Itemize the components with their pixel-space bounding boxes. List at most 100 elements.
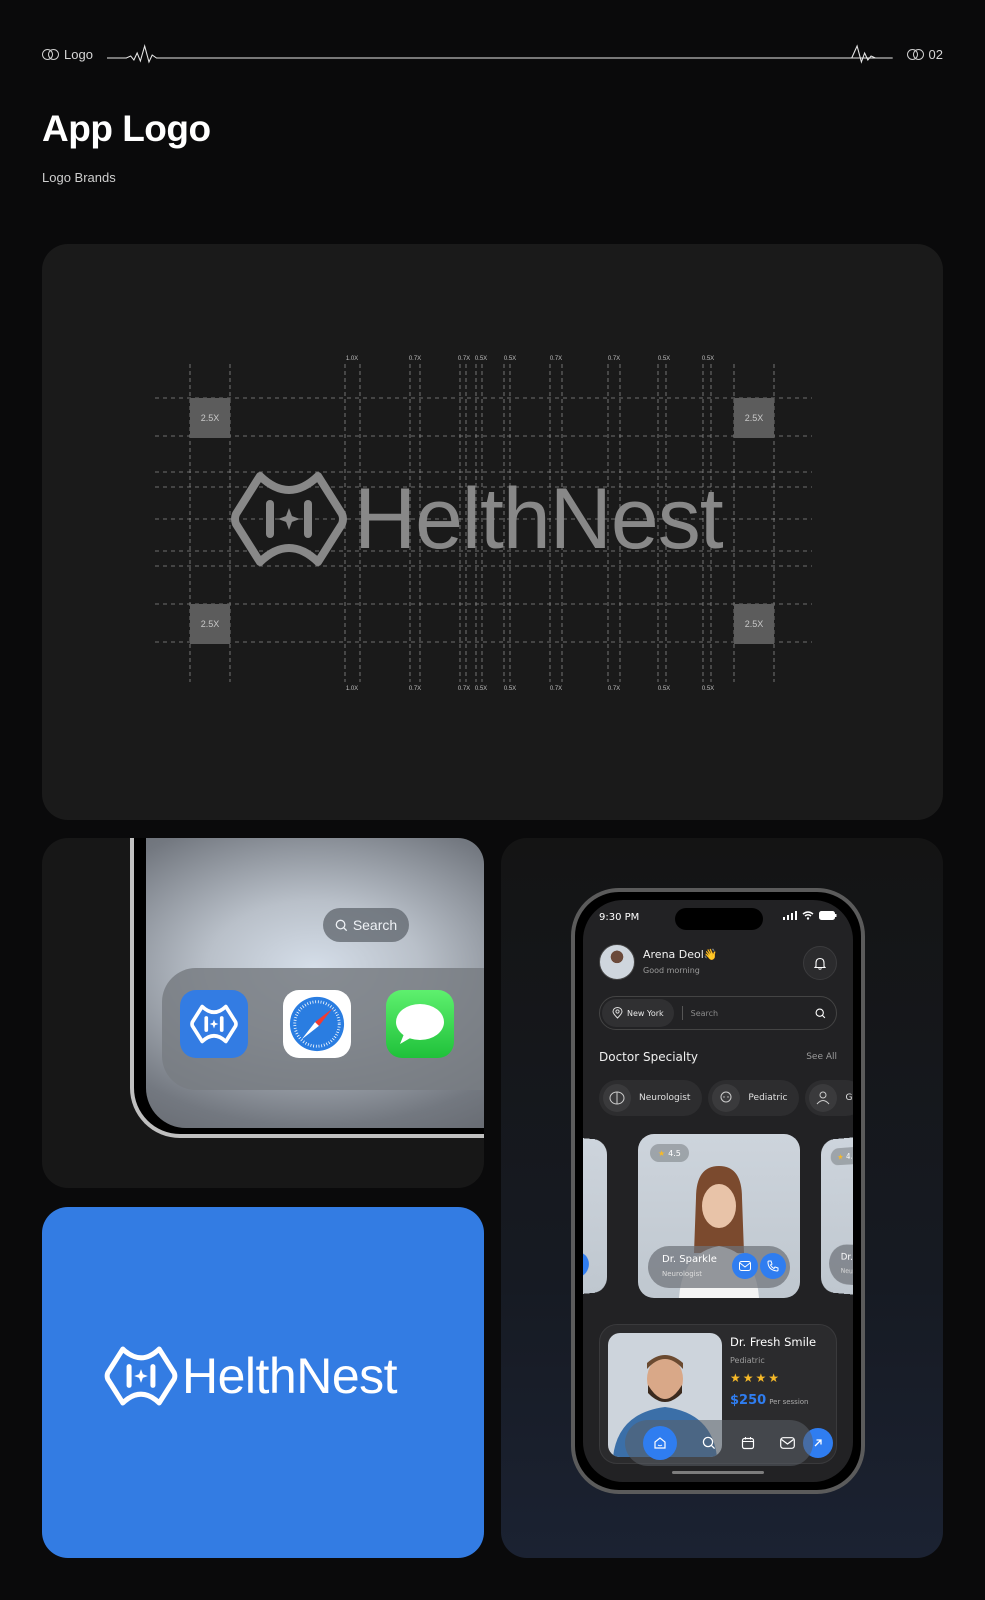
rating-badge: ★ 4.: [830, 1146, 853, 1166]
search-bar[interactable]: New York Search: [599, 996, 837, 1030]
signal-icon: [783, 911, 797, 920]
user-avatar[interactable]: [599, 944, 635, 980]
multiplier-label: 0.7X: [457, 356, 471, 362]
baby-icon: [712, 1084, 741, 1112]
spacing-box-bottom-right: 2.5X: [734, 604, 774, 644]
specialty-chip-other[interactable]: G: [805, 1080, 853, 1116]
multiplier-label: 0.5X: [503, 686, 517, 692]
section-title: Doctor Specialty: [599, 1050, 699, 1064]
app-mockup-card: 9:30 PM Arena Deol👋 Good morning New Yor…: [501, 838, 943, 1558]
multiplier-label: 0.7X: [549, 686, 563, 692]
dynamic-island: [675, 908, 763, 930]
nav-search-icon[interactable]: [702, 1436, 716, 1450]
mail-icon: [739, 1261, 751, 1271]
battery-icon: [819, 911, 837, 920]
spacing-box-bottom-left: 2.5X: [190, 604, 230, 644]
multiplier-label: 1.0X: [345, 686, 359, 692]
doctor-card-left[interactable]: [583, 1126, 608, 1306]
rings-icon: [906, 48, 925, 60]
nav-home[interactable]: [643, 1426, 678, 1460]
brand-wordmark: HelthNest: [182, 1348, 398, 1404]
spacing-box-top-right: 2.5X: [734, 398, 774, 438]
message-button[interactable]: [732, 1253, 758, 1279]
bell-icon: [814, 957, 826, 970]
multiplier-label: 0.5X: [503, 356, 517, 362]
notification-button[interactable]: [803, 946, 837, 980]
section-label-text: Logo: [64, 46, 93, 62]
divider: [681, 1006, 683, 1020]
brand-wordmark: HelthNest: [354, 471, 724, 567]
rings-icon: [42, 48, 60, 60]
multiplier-label: 0.5X: [701, 356, 715, 362]
messages-app-icon[interactable]: [386, 990, 454, 1058]
multiplier-label: 0.5X: [657, 356, 671, 362]
multiplier-label: 0.5X: [474, 686, 488, 692]
helthnest-logo-mark-icon: [231, 472, 347, 566]
chat-bubble-icon: [396, 1004, 444, 1044]
multiplier-label: 0.5X: [474, 356, 488, 362]
doctor-icon: [809, 1084, 838, 1112]
helthnest-logo-mark-icon: [190, 1004, 238, 1044]
specialty-chip-pediatric[interactable]: Pediatric: [708, 1080, 800, 1116]
home-indicator: [672, 1471, 764, 1474]
helthnest-app-icon[interactable]: [180, 990, 248, 1058]
doctor-specialty: Neurol: [840, 1267, 853, 1276]
multiplier-label: 0.7X: [408, 356, 422, 362]
search-icon: [335, 919, 347, 931]
nav-mail-icon[interactable]: [779, 1437, 795, 1449]
doctor-specialty: Neurologist: [662, 1270, 702, 1278]
status-icons: [783, 911, 837, 920]
star-rating: ★★★★: [730, 1371, 782, 1385]
phone-frame: 9:30 PM Arena Deol👋 Good morning New Yor…: [571, 888, 865, 1494]
logo-construction-card: 2.5X 2.5X 2.5X 2.5X HelthNest 1.0X 0.7X 0.…: [42, 244, 943, 820]
doctor-card-featured[interactable]: ★ 4.5 Dr. Sparkle Neurologist: [638, 1134, 800, 1298]
price: $250 Per session: [730, 1393, 808, 1408]
rating-value: 4.5: [668, 1148, 681, 1158]
specialty-label: Neurologist: [639, 1093, 691, 1103]
multiplier-label: 0.7X: [408, 686, 422, 692]
wave-emoji: 👋: [703, 948, 718, 961]
status-time: 9:30 PM: [599, 912, 640, 923]
device-home-screen: Search: [146, 838, 484, 1128]
bottom-nav: [625, 1420, 813, 1466]
doctor-info-pill: Dr. S Neurol: [829, 1243, 853, 1294]
safari-app-icon[interactable]: [283, 990, 351, 1058]
specialty-label: Pediatric: [748, 1093, 788, 1103]
call-button[interactable]: [760, 1253, 786, 1279]
location-selector[interactable]: New York: [602, 999, 674, 1027]
search-input[interactable]: Search: [691, 1009, 815, 1018]
wifi-icon: [802, 911, 814, 920]
doctor-card-right[interactable]: ★4. Dr. S Neurol: [820, 1126, 853, 1306]
location-label: New York: [627, 1008, 664, 1018]
multiplier-label: 1.0X: [345, 356, 359, 362]
page-title: App Logo: [42, 108, 211, 149]
helthnest-logo-mark-icon: [104, 1346, 178, 1406]
multiplier-label: 0.7X: [457, 686, 471, 692]
doctor-name: Dr. S: [840, 1251, 853, 1263]
see-all-link[interactable]: See All: [806, 1052, 837, 1062]
specialty-chip-neurologist[interactable]: Neurologist: [599, 1080, 703, 1116]
section-label: Logo: [42, 47, 93, 62]
greeting-text: Good morning: [643, 966, 700, 975]
price-value: $250: [730, 1393, 767, 1408]
call-button[interactable]: [583, 1251, 589, 1278]
rating-value: 4.: [846, 1151, 853, 1161]
multiplier-label: 0.5X: [701, 686, 715, 692]
page-number: 02: [906, 47, 943, 62]
location-pin-icon: [612, 1007, 623, 1019]
top-bar: Logo 02: [42, 44, 943, 64]
brain-icon: [603, 1084, 631, 1112]
user-name-text: Arena Deol: [643, 948, 704, 961]
star-icon: ★: [837, 1152, 844, 1161]
specialty-label: G: [845, 1093, 853, 1103]
multiplier-label: 0.5X: [657, 686, 671, 692]
app-icon-dock-preview-card: Search: [42, 838, 484, 1188]
nav-calendar-icon[interactable]: [741, 1436, 755, 1450]
specialty-chips: Neurologist Pediatric G: [599, 1080, 853, 1116]
search-icon[interactable]: [815, 1008, 826, 1019]
heartbeat-divider: [106, 44, 893, 64]
spacing-box-top-left: 2.5X: [190, 398, 230, 438]
spotlight-search-pill[interactable]: Search: [323, 908, 409, 942]
star-icon: ★: [658, 1148, 666, 1158]
phone-screen: 9:30 PM Arena Deol👋 Good morning New Yor…: [583, 900, 853, 1482]
